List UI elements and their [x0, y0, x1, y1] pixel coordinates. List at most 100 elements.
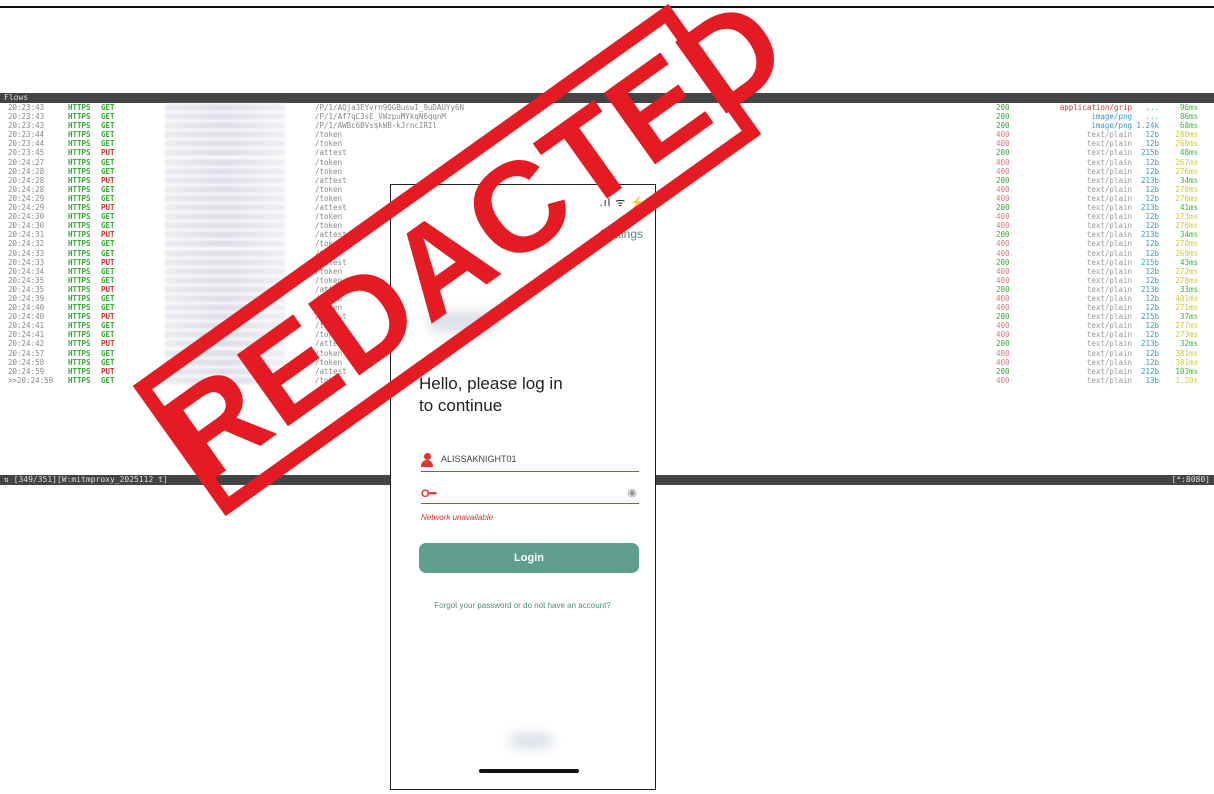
password-field[interactable]: O━ ◉ [421, 483, 639, 504]
flow-size: 215b [1140, 148, 1159, 158]
flow-method: GET [101, 239, 115, 249]
flow-size: 12b [1145, 166, 1159, 176]
flow-content-type: text/plain [1086, 339, 1132, 349]
flow-size: 213b [1140, 284, 1159, 294]
flow-content-type: text/plain [1086, 284, 1132, 294]
flow-time: 20:24:59 [8, 366, 45, 376]
flow-content-type: text/plain [1086, 330, 1132, 340]
flow-method: GET [101, 321, 115, 331]
flow-path: /attest [315, 203, 347, 213]
flow-size: 213b [1140, 203, 1159, 213]
flow-content-type: text/plain [1086, 130, 1132, 140]
flow-size: 12b [1145, 348, 1159, 358]
flow-duration: 267ms [1175, 157, 1198, 167]
flow-time: 20:24:57 [8, 348, 45, 358]
eye-icon[interactable]: ◉ [627, 486, 637, 499]
flow-content-type: text/plain [1086, 312, 1132, 322]
flow-protocol: HTTPS [68, 321, 91, 331]
redacted-footer-logo [509, 733, 553, 749]
flow-size: 212b [1140, 366, 1159, 376]
flow-duration: 273ms [1175, 330, 1198, 340]
flow-status-code: 400 [996, 348, 1010, 358]
username-value: ALISSAKNIGHT01 [441, 454, 517, 464]
flow-content-type: text/plain [1086, 293, 1132, 303]
flow-status-code: 400 [996, 330, 1010, 340]
flow-size: 12b [1145, 193, 1159, 203]
flow-size: 12b [1145, 212, 1159, 222]
flow-content-type: text/plain [1086, 239, 1132, 249]
flow-size: 12b [1145, 248, 1159, 258]
flow-duration: 276ms [1175, 166, 1198, 176]
flow-size: 12b [1145, 293, 1159, 303]
flow-time: 20:24:39 [8, 293, 45, 303]
flow-time: 20:24:32 [8, 239, 45, 249]
flow-method: GET [101, 193, 115, 203]
flow-duration: 270ms [1175, 239, 1198, 249]
flow-duration: 96ms [1179, 103, 1198, 112]
home-indicator[interactable] [479, 769, 579, 773]
flow-size: 12b [1145, 357, 1159, 367]
flow-protocol: HTTPS [68, 303, 91, 313]
flow-protocol: HTTPS [68, 130, 91, 140]
flow-method: PUT [101, 284, 115, 294]
flow-content-type: text/plain [1086, 248, 1132, 258]
flow-path: /token [315, 157, 343, 167]
flow-status-code: 400 [996, 293, 1010, 303]
flow-protocol: HTTPS [68, 375, 91, 385]
flow-protocol: HTTPS [68, 366, 91, 376]
flow-protocol: HTTPS [68, 221, 91, 231]
flow-method: GET [101, 293, 115, 303]
flow-protocol: HTTPS [68, 230, 91, 240]
flow-duration: 272ms [1175, 266, 1198, 276]
flow-host-redacted [165, 258, 285, 266]
flow-host-redacted [165, 222, 285, 230]
flow-duration: 34ms [1179, 230, 1198, 240]
flow-protocol: HTTPS [68, 312, 91, 322]
flow-content-type: text/plain [1086, 230, 1132, 240]
flow-protocol: HTTPS [68, 248, 91, 258]
flow-method: PUT [101, 230, 115, 240]
flow-host-redacted [165, 167, 285, 175]
flow-host-redacted [165, 213, 285, 221]
forgot-password-link[interactable]: Forgot your password or do not have an a… [391, 601, 654, 610]
flow-status-code: 400 [996, 303, 1010, 313]
username-field[interactable]: ALISSAKNIGHT01 [421, 451, 639, 472]
flow-time: 20:23:44 [8, 139, 45, 149]
flow-protocol: HTTPS [68, 112, 91, 122]
flow-duration: 270ms [1175, 184, 1198, 194]
flow-method: GET [101, 375, 115, 385]
flow-host-redacted [165, 131, 285, 139]
flow-host-redacted [165, 231, 285, 239]
flow-time: 20:23:44 [8, 130, 45, 140]
flow-status-code: 400 [996, 248, 1010, 258]
flow-time: 20:23:45 [8, 148, 45, 158]
flow-host-redacted [165, 204, 285, 212]
flow-status-code: 400 [996, 166, 1010, 176]
flow-content-type: text/plain [1086, 375, 1132, 385]
flow-host-redacted [165, 194, 285, 202]
greeting-heading: Hello, please log in to continue [419, 373, 619, 417]
flow-duration: 48ms [1179, 148, 1198, 158]
flow-path: /P/1/Af7qC3sE_VWzpuMYkqN6qqnM [315, 112, 446, 122]
flow-path: /token [315, 221, 343, 231]
flow-path: /token [315, 130, 343, 140]
flow-status-code: 400 [996, 375, 1010, 385]
flow-time: 20:24:27 [8, 157, 45, 167]
flow-method: PUT [101, 339, 115, 349]
error-message: Network unavailable [421, 513, 494, 522]
flow-status-code: 400 [996, 321, 1010, 331]
flow-duration: 37ms [1179, 312, 1198, 322]
flow-content-type: image/png [1091, 112, 1132, 122]
flow-path: /attest [315, 175, 347, 185]
flow-method: GET [101, 121, 115, 131]
flow-size: 12b [1145, 275, 1159, 285]
flow-method: GET [101, 330, 115, 340]
flow-duration: 32ms [1179, 339, 1198, 349]
flow-host-redacted [165, 122, 285, 130]
flow-duration: 381ms [1175, 348, 1198, 358]
flow-protocol: HTTPS [68, 339, 91, 349]
flow-protocol: HTTPS [68, 148, 91, 158]
login-button[interactable]: Login [419, 543, 639, 573]
flow-time: 20:24:30 [8, 221, 45, 231]
flow-status-code: 200 [996, 121, 1010, 131]
